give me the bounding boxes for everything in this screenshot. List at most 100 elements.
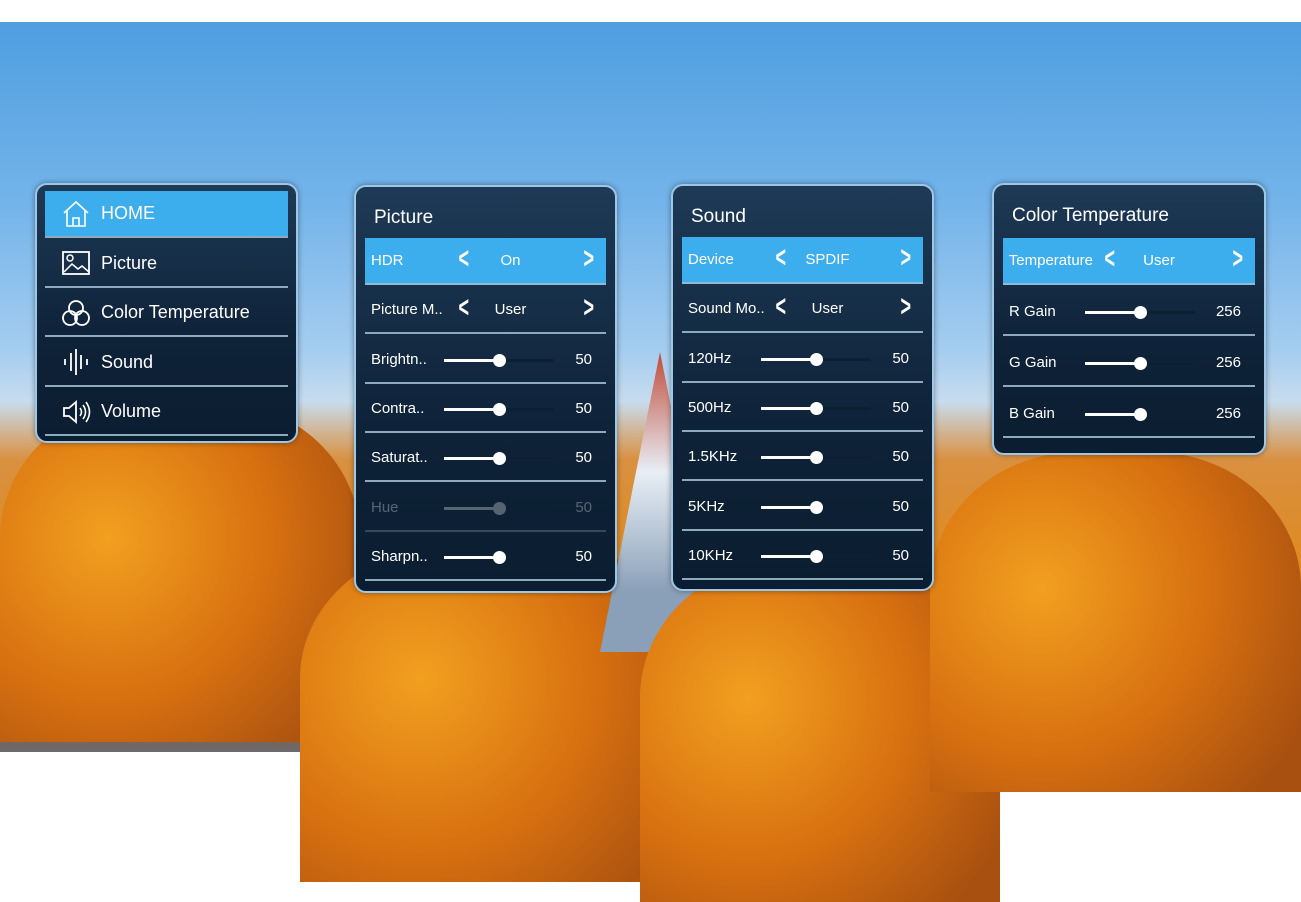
row-label: R Gain [1009, 303, 1056, 320]
slider-track[interactable] [761, 352, 871, 366]
slider-knob[interactable] [493, 353, 506, 367]
chevron-right-icon[interactable]: > [1233, 242, 1244, 276]
slider-fill [444, 358, 499, 362]
row-value: 50 [575, 449, 592, 467]
slider-fill [761, 357, 816, 361]
row-label: Sharpn.. [371, 547, 428, 565]
slider-track[interactable] [444, 452, 554, 466]
slider-knob[interactable] [493, 402, 506, 416]
slider-track[interactable] [444, 353, 554, 367]
slider-fill [761, 554, 816, 558]
slider-track[interactable] [1085, 306, 1195, 319]
slider-track[interactable] [444, 550, 554, 564]
row-value: 50 [892, 497, 909, 515]
row-label: Contra.. [371, 399, 425, 417]
row-value: User [811, 300, 844, 318]
slider-row-g-gain[interactable]: G Gain 256 [1003, 340, 1255, 387]
panel-title: Picture [374, 207, 434, 228]
chevron-left-icon[interactable]: < [459, 242, 470, 276]
chevron-left-icon[interactable]: < [459, 291, 470, 325]
slider-row-10khz[interactable]: 10KHz 50 [682, 533, 923, 580]
row-value: 256 [1215, 405, 1241, 422]
chevron-left-icon[interactable]: < [776, 290, 787, 324]
row-label: 500Hz [688, 398, 732, 416]
slider-knob[interactable] [493, 501, 506, 515]
slider-row-sharpn-[interactable]: Sharpn.. 50 [365, 534, 606, 581]
slider-track[interactable] [1085, 408, 1195, 421]
slider-fill [761, 456, 816, 460]
slider-knob[interactable] [810, 549, 823, 563]
slider-track[interactable] [444, 501, 554, 515]
slider-knob[interactable] [1134, 408, 1147, 421]
slider-track[interactable] [761, 451, 871, 465]
slider-knob[interactable] [493, 452, 506, 466]
slider-knob[interactable] [810, 352, 823, 366]
chevron-right-icon[interactable]: > [901, 241, 912, 275]
slider-track[interactable] [761, 549, 871, 563]
panel-title: Sound [691, 206, 746, 227]
row-value: User [494, 301, 527, 319]
slider-track[interactable] [1085, 357, 1195, 370]
menu-item-label: HOME [101, 203, 155, 223]
menu-item-home[interactable]: HOME [45, 191, 288, 238]
slider-knob[interactable] [1134, 357, 1147, 370]
picture-icon [62, 251, 90, 275]
menu-item-volume[interactable]: Volume [45, 389, 288, 436]
row-value: SPDIF [805, 251, 850, 268]
row-label: 10KHz [688, 546, 734, 564]
slider-track[interactable] [761, 500, 871, 514]
row-label: 120Hz [688, 349, 732, 367]
slider-fill [1085, 413, 1140, 416]
slider-knob[interactable] [810, 451, 823, 465]
select-row-color-temperature[interactable]: Color Temperature User < > [1003, 238, 1255, 285]
row-value: 256 [1215, 354, 1241, 371]
chevron-left-icon[interactable]: < [1105, 242, 1116, 276]
panel-title: Color Temperature [1012, 205, 1170, 226]
chevron-left-icon[interactable]: < [776, 241, 787, 275]
row-value: 50 [892, 546, 909, 564]
select-row-sound-mo-[interactable]: Sound Mo.. User < > [682, 286, 923, 334]
slider-knob[interactable] [1134, 306, 1147, 319]
select-row-hdr[interactable]: HDR On < > [365, 238, 606, 285]
slider-fill [444, 457, 499, 461]
menu-item-picture[interactable]: Picture [45, 241, 288, 288]
slider-fill [761, 406, 816, 410]
slider-row-b-gain[interactable]: B Gain 256 [1003, 391, 1255, 438]
slider-fill [1085, 311, 1140, 314]
slider-row-500hz[interactable]: 500Hz 50 [682, 385, 923, 432]
slider-row-brightn-[interactable]: Brightn.. 50 [365, 337, 606, 384]
slider-knob[interactable] [810, 500, 823, 514]
color-circles-icon [62, 299, 90, 326]
slider-row-5khz[interactable]: 5KHz 50 [682, 484, 923, 531]
row-value: 50 [575, 350, 592, 368]
chevron-right-icon[interactable]: > [584, 242, 595, 276]
slider-fill [444, 506, 499, 510]
select-row-picture-m-[interactable]: Picture M.. User < > [365, 287, 606, 335]
row-label: 1.5KHz [688, 448, 738, 466]
slider-row-hue[interactable]: Hue 50 [365, 485, 606, 532]
row-label: Hue [371, 498, 399, 516]
slider-row-120hz[interactable]: 120Hz 50 [682, 336, 923, 383]
speaker-icon [63, 399, 91, 424]
chevron-right-icon[interactable]: > [584, 291, 595, 325]
slider-knob[interactable] [810, 401, 823, 415]
row-value: 50 [892, 448, 909, 466]
menu-item-label: Volume [101, 401, 162, 421]
slider-fill [1085, 362, 1140, 365]
row-value: 50 [892, 398, 909, 416]
slider-row-contra-[interactable]: Contra.. 50 [365, 386, 606, 433]
row-label: G Gain [1009, 354, 1057, 371]
slider-row-saturat-[interactable]: Saturat.. 50 [365, 435, 606, 483]
menu-item-color-temperature[interactable]: Color Temperature [45, 290, 288, 337]
row-value: 50 [892, 349, 909, 367]
home-icon [63, 200, 89, 227]
slider-row-1-5khz[interactable]: 1.5KHz 50 [682, 434, 923, 482]
slider-track[interactable] [761, 401, 871, 415]
slider-row-r-gain[interactable]: R Gain 256 [1003, 289, 1255, 336]
slider-track[interactable] [444, 402, 554, 416]
menu-item-sound[interactable]: Sound [45, 340, 288, 387]
row-value: 50 [575, 399, 592, 417]
chevron-right-icon[interactable]: > [901, 290, 912, 324]
slider-knob[interactable] [493, 550, 506, 564]
select-row-device[interactable]: Device SPDIF < > [682, 237, 923, 284]
